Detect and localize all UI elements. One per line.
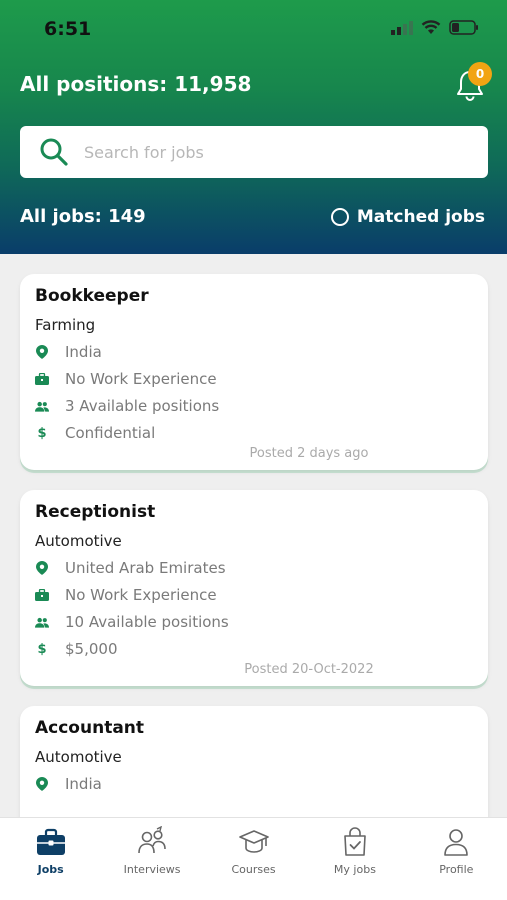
dollar-icon: $ <box>37 641 47 657</box>
job-location: India <box>65 343 102 361</box>
matched-jobs-label[interactable]: Matched jobs <box>357 207 485 227</box>
people-icon <box>35 399 49 413</box>
job-posted: Posted 20-Oct-2022 <box>244 662 374 677</box>
status-icons <box>391 20 479 35</box>
job-salary-row: $ $5,000 <box>35 640 118 658</box>
job-card[interactable]: Receptionist Automotive United Arab Emir… <box>20 490 488 686</box>
signal-icon <box>391 20 413 35</box>
job-experience: No Work Experience <box>65 370 217 388</box>
job-experience-row: No Work Experience <box>35 586 217 604</box>
tab-jobs[interactable]: Jobs <box>0 818 101 900</box>
briefcase-icon <box>36 828 65 855</box>
graduation-cap-icon <box>238 830 269 853</box>
radio-icon[interactable] <box>330 208 349 226</box>
header: 6:51 All positions: 11,958 0 Search for … <box>0 0 507 254</box>
job-salary: Confidential <box>65 424 156 442</box>
location-pin-icon <box>35 561 49 575</box>
all-positions-title: All positions: 11,958 <box>20 72 252 96</box>
tab-label[interactable]: My jobs <box>334 863 376 876</box>
job-positions-row: 10 Available positions <box>35 613 229 631</box>
job-title[interactable]: Accountant <box>35 718 144 738</box>
search-icon <box>40 138 68 166</box>
people-icon <box>35 615 49 629</box>
tab-label[interactable]: Profile <box>439 863 473 876</box>
job-positions: 3 Available positions <box>65 397 220 415</box>
search-bar[interactable] <box>20 126 488 178</box>
job-experience-row: No Work Experience <box>35 370 217 388</box>
interviews-icon <box>138 826 166 854</box>
job-location-row: India <box>35 775 102 793</box>
search-input[interactable] <box>84 142 444 162</box>
person-icon <box>444 829 469 856</box>
tab-profile[interactable]: Profile <box>406 818 507 900</box>
job-location: United Arab Emirates <box>65 559 226 577</box>
job-card[interactable]: Bookkeeper Farming India No Work Experie… <box>20 274 488 470</box>
status-time: 6:51 <box>44 18 92 40</box>
job-positions: 10 Available positions <box>65 613 229 631</box>
job-salary-row: $ Confidential <box>35 424 155 442</box>
job-location-row: India <box>35 343 102 361</box>
shopping-bag-check-icon <box>344 827 366 856</box>
matched-jobs-toggle[interactable]: Matched jobs <box>330 207 485 227</box>
tab-my-jobs[interactable]: My jobs <box>304 818 405 900</box>
all-jobs-count: All jobs: 149 <box>20 206 146 227</box>
dollar-icon: $ <box>37 425 47 441</box>
job-title[interactable]: Bookkeeper <box>35 286 149 306</box>
job-salary: $5,000 <box>65 640 118 658</box>
location-pin-icon <box>35 777 49 791</box>
briefcase-icon <box>35 588 49 602</box>
job-posted: Posted 2 days ago <box>249 446 369 461</box>
tab-label[interactable]: Interviews <box>124 863 181 876</box>
tab-label[interactable]: Jobs <box>38 863 64 876</box>
job-positions-row: 3 Available positions <box>35 397 219 415</box>
job-sector: Automotive <box>35 748 122 766</box>
job-sector: Farming <box>35 316 96 334</box>
tab-courses[interactable]: Courses <box>203 818 304 900</box>
job-sector: Automotive <box>35 532 122 550</box>
location-pin-icon <box>35 345 49 359</box>
briefcase-icon <box>35 372 49 386</box>
tab-interviews[interactable]: Interviews <box>101 818 202 900</box>
job-title[interactable]: Receptionist <box>35 502 155 522</box>
job-experience: No Work Experience <box>65 586 217 604</box>
battery-icon <box>449 20 478 35</box>
wifi-icon <box>421 20 441 34</box>
job-location: India <box>65 775 102 793</box>
tab-bar: Jobs Interviews Courses My jobs Profile <box>0 817 507 900</box>
tab-label[interactable]: Courses <box>231 863 275 876</box>
notification-badge[interactable]: 0 <box>468 62 492 86</box>
job-location-row: United Arab Emirates <box>35 559 226 577</box>
status-bar: 6:51 <box>0 0 507 58</box>
